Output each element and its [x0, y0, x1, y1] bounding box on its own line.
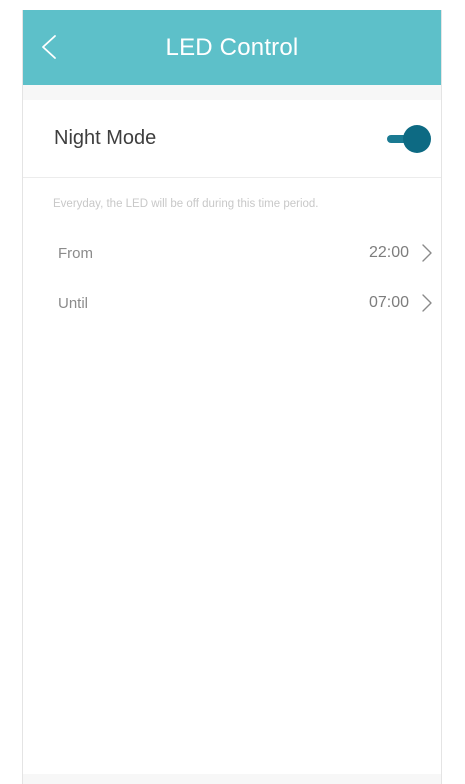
- header-bar: LED Control: [23, 10, 441, 85]
- chevron-left-icon: [42, 35, 56, 59]
- schedule-description: Everyday, the LED will be off during thi…: [53, 198, 319, 210]
- from-time-row[interactable]: From 22:00: [23, 228, 441, 278]
- schedule-section: Everyday, the LED will be off during thi…: [23, 178, 441, 774]
- night-mode-row: Night Mode: [23, 100, 441, 178]
- section-spacer: [23, 85, 441, 100]
- night-mode-toggle[interactable]: [387, 124, 431, 153]
- chevron-right-icon: [422, 294, 432, 312]
- toggle-knob: [403, 124, 431, 153]
- until-value-group: 07:00: [369, 293, 433, 313]
- from-value-group: 22:00: [369, 243, 433, 263]
- until-label: Until: [58, 294, 89, 312]
- app-screen: LED Control Night Mode Everyday, the LED…: [22, 10, 442, 784]
- until-time-row[interactable]: Until 07:00: [23, 278, 441, 328]
- chevron-right-icon: [422, 244, 432, 262]
- back-button[interactable]: [37, 32, 61, 62]
- until-time-value: 07:00: [368, 294, 409, 311]
- from-label: From: [58, 244, 93, 262]
- page-title: LED Control: [165, 33, 299, 61]
- night-mode-label: Night Mode: [54, 127, 157, 149]
- from-time-value: 22:00: [368, 244, 409, 261]
